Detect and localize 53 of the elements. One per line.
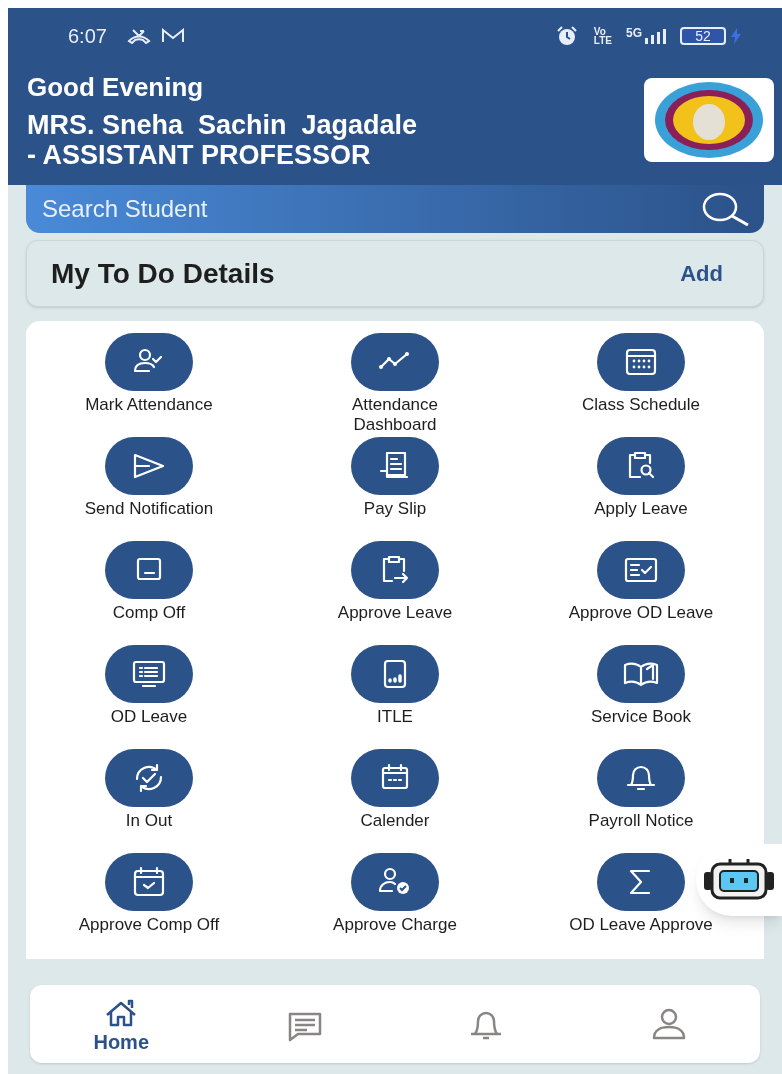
menu-label[interactable]: Approve Leave <box>337 603 453 623</box>
signal-icon <box>644 28 666 44</box>
person-check-icon[interactable] <box>351 853 439 911</box>
sync-check-icon[interactable] <box>105 749 193 807</box>
monitor-list-icon[interactable] <box>105 645 193 703</box>
menu-label[interactable]: Approve OD Leave <box>568 603 714 623</box>
menu-label[interactable]: Comp Off <box>112 603 186 623</box>
send-icon[interactable] <box>105 437 193 495</box>
user-designation: - ASSISTANT PROFESSOR <box>27 140 372 170</box>
calendar-icon[interactable] <box>351 749 439 807</box>
menu-label[interactable]: Calender <box>360 811 430 831</box>
bell-icon[interactable] <box>597 749 685 807</box>
network-label: 5G <box>626 25 642 42</box>
menu-label[interactable]: Class Schedule <box>581 395 701 415</box>
search-field[interactable]: Search Student <box>26 185 764 233</box>
receipt-icon[interactable] <box>351 437 439 495</box>
bar-chart-icon[interactable] <box>351 645 439 703</box>
volte-label: Vo <box>593 27 607 36</box>
clipboard-search-icon[interactable] <box>597 437 685 495</box>
missed-call-icon <box>126 28 151 44</box>
person-check-icon[interactable] <box>105 333 193 391</box>
battery-icon: 52 <box>680 27 726 45</box>
menu-label[interactable]: Apply Leave <box>594 499 688 519</box>
square-icon[interactable] <box>105 541 193 599</box>
greeting-text: Good Evening <box>27 72 205 102</box>
charging-icon <box>730 28 742 44</box>
sigma-icon[interactable] <box>597 853 685 911</box>
checklist-icon[interactable] <box>597 541 685 599</box>
menu-label[interactable]: Pay Slip <box>363 499 427 519</box>
menu-label[interactable]: Approve Charge <box>333 915 457 935</box>
menu-label[interactable]: Service Book <box>590 707 692 727</box>
menu-label[interactable]: OD Leave Approve <box>569 915 713 935</box>
status-time: 6:07 <box>68 24 107 49</box>
menu-label[interactable]: Attendance Dashboard <box>315 395 475 435</box>
menu-label[interactable]: Approve Comp Off <box>78 915 220 935</box>
search-input[interactable]: Search Student <box>42 191 696 227</box>
menu-label[interactable]: OD Leave <box>110 707 188 727</box>
mail-icon <box>160 28 185 44</box>
alarm-icon <box>555 26 578 46</box>
book-icon[interactable] <box>597 645 685 703</box>
menu-label[interactable]: Mark Attendance <box>85 395 213 415</box>
menu-label[interactable]: ITLE <box>377 707 413 727</box>
todo-title: My To Do Details <box>51 256 276 291</box>
volte-label: LTE <box>593 36 612 45</box>
nav-tab[interactable]: Home <box>30 995 213 1053</box>
menu-label[interactable]: In Out <box>125 811 173 831</box>
user-name: MRS. Sneha Sachin Jagadale <box>27 110 419 140</box>
add-link[interactable]: Add <box>680 257 723 290</box>
calendar-icon[interactable] <box>597 333 685 391</box>
line-chart-icon[interactable] <box>351 333 439 391</box>
menu-label[interactable]: Payroll Notice <box>588 811 694 831</box>
menu-label[interactable]: Send Notification <box>84 499 214 519</box>
calendar-check-icon[interactable] <box>105 853 193 911</box>
